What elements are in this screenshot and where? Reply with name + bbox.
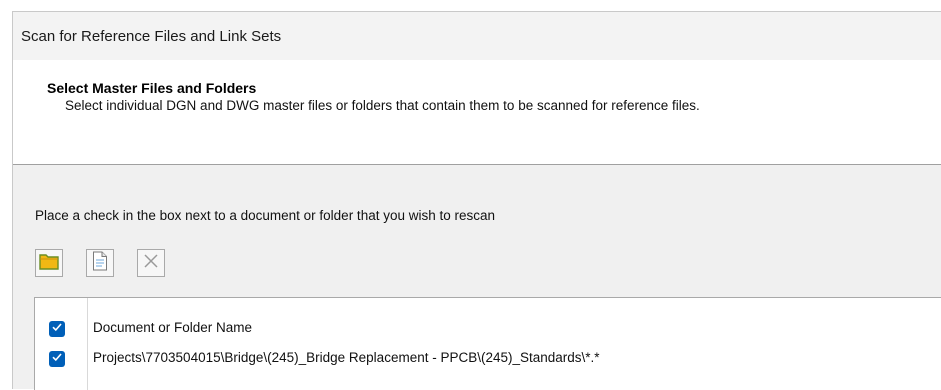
remove-button[interactable] (137, 249, 165, 277)
select-all-checkbox[interactable] (49, 321, 65, 337)
document-list[interactable]: Document or Folder Name Projects\7703504… (34, 297, 941, 390)
wizard-header: Select Master Files and Folders Select i… (13, 60, 941, 165)
page-title: Select Master Files and Folders (47, 80, 257, 96)
list-header-row: Document or Folder Name (35, 316, 941, 340)
item-checkbox[interactable] (49, 351, 65, 367)
title-bar[interactable]: Scan for Reference Files and Link Sets (13, 12, 941, 60)
document-icon (92, 251, 108, 276)
page-subtitle: Select individual DGN and DWG master fil… (65, 98, 700, 113)
item-path: Projects\7703504015\Bridge\(245)_Bridge … (93, 350, 600, 365)
add-folder-button[interactable] (35, 249, 63, 277)
add-file-button[interactable] (86, 249, 114, 277)
column-divider (87, 298, 88, 390)
scan-dialog: Scan for Reference Files and Link Sets S… (12, 11, 941, 390)
close-icon (143, 253, 159, 274)
list-item[interactable]: Projects\7703504015\Bridge\(245)_Bridge … (35, 346, 941, 370)
window-title: Scan for Reference Files and Link Sets (21, 28, 282, 45)
instruction-text: Place a check in the box next to a docum… (35, 208, 496, 223)
checkmark-icon (51, 350, 63, 368)
checkmark-icon (51, 320, 63, 338)
folder-icon (39, 252, 59, 275)
column-header-name[interactable]: Document or Folder Name (93, 320, 252, 335)
